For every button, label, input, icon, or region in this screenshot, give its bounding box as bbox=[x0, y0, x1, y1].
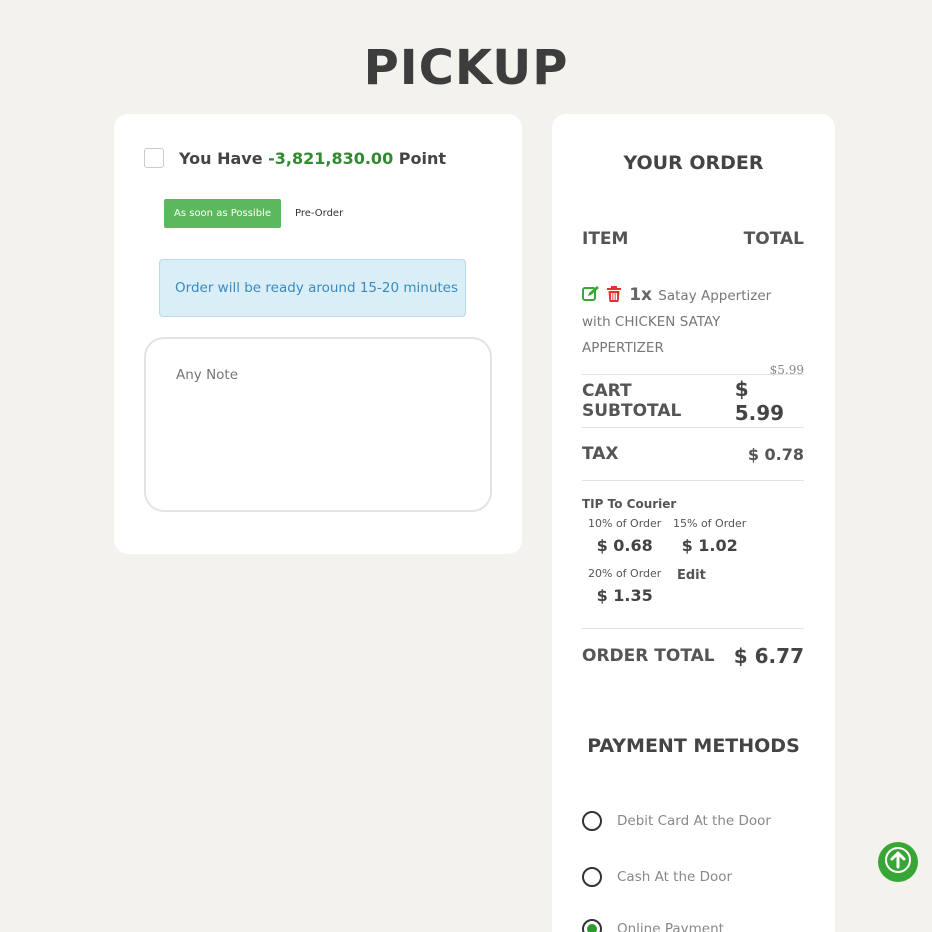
points-prefix: You Have bbox=[179, 148, 263, 168]
edit-icon[interactable] bbox=[582, 285, 605, 304]
item-column-header: ITEM bbox=[582, 229, 629, 249]
points-row: You Have -3,821,830.00 Point bbox=[144, 148, 446, 168]
points-suffix: Point bbox=[398, 148, 447, 168]
ready-time-message: Order will be ready around 15-20 minutes bbox=[159, 259, 466, 317]
points-text: You Have -3,821,830.00 Point bbox=[179, 149, 446, 168]
payment-option-debit-card[interactable]: Debit Card At the Door bbox=[582, 811, 771, 831]
order-title: YOUR ORDER bbox=[623, 152, 764, 174]
tip-section: TIP To Courier 10% of Order $ 0.68 15% o… bbox=[582, 480, 804, 628]
subtotal-row: CART SUBTOTAL $ 5.99 bbox=[582, 374, 804, 427]
subtotal-label: CART SUBTOTAL bbox=[582, 381, 682, 421]
payment-option-cash[interactable]: Cash At the Door bbox=[582, 867, 732, 887]
order-summary-card: YOUR ORDER ITEM TOTAL 1x Satay Appertize… bbox=[552, 114, 835, 932]
payment-option-label: Debit Card At the Door bbox=[617, 813, 771, 829]
order-total-label: ORDER TOTAL bbox=[582, 646, 715, 666]
points-value: -3,821,830.00 bbox=[268, 148, 394, 168]
tip-amount: $ 1.02 bbox=[681, 536, 738, 555]
use-points-checkbox[interactable] bbox=[144, 148, 164, 168]
tax-value: $ 0.78 bbox=[747, 444, 804, 464]
payment-option-online[interactable]: Online Payment bbox=[582, 919, 724, 932]
arrow-up-icon bbox=[885, 847, 911, 877]
payment-option-label: Cash At the Door bbox=[617, 869, 733, 885]
time-tabs: As soon as Possible Pre-Order bbox=[164, 199, 357, 228]
pickup-options-card: You Have -3,821,830.00 Point As soon as … bbox=[114, 114, 522, 554]
item-quantity: 1x bbox=[629, 285, 652, 305]
trash-icon[interactable] bbox=[607, 285, 626, 304]
tax-row: TAX $ 0.78 bbox=[582, 427, 804, 480]
tip-percent-label: 15% of Order bbox=[673, 517, 747, 530]
order-total-value: $ 6.77 bbox=[733, 644, 804, 668]
tip-percent-label: 20% of Order bbox=[588, 567, 662, 580]
note-textarea[interactable] bbox=[144, 337, 492, 512]
payment-methods-title: PAYMENT METHODS bbox=[587, 735, 800, 757]
cart-item: 1x Satay Appertizer with CHICKEN SATAY A… bbox=[582, 282, 804, 377]
radio-button[interactable] bbox=[582, 811, 602, 831]
scroll-to-top-button[interactable] bbox=[878, 842, 918, 882]
tip-option-10[interactable]: 10% of Order $ 0.68 bbox=[588, 517, 661, 555]
total-column-header: TOTAL bbox=[743, 229, 804, 249]
tip-option-15[interactable]: 15% of Order $ 1.02 bbox=[673, 517, 746, 555]
radio-button-selected[interactable] bbox=[582, 919, 602, 932]
tip-percent-label: 10% of Order bbox=[588, 517, 662, 530]
tax-label: TAX bbox=[582, 444, 619, 464]
tip-edit-button[interactable]: Edit bbox=[677, 568, 706, 583]
subtotal-value: $ 5.99 bbox=[734, 377, 785, 425]
tip-title: TIP To Courier bbox=[582, 497, 677, 511]
payment-option-label: Online Payment bbox=[617, 921, 724, 932]
order-total-row: ORDER TOTAL $ 6.77 bbox=[582, 628, 804, 683]
tab-as-soon-as-possible[interactable]: As soon as Possible bbox=[164, 199, 281, 228]
tab-pre-order[interactable]: Pre-Order bbox=[281, 199, 357, 228]
tip-option-20[interactable]: 20% of Order $ 1.35 bbox=[588, 567, 661, 605]
radio-button[interactable] bbox=[582, 867, 602, 887]
tip-amount: $ 1.35 bbox=[596, 586, 653, 605]
tip-amount: $ 0.68 bbox=[596, 536, 653, 555]
page-title: PICKUP bbox=[363, 40, 569, 96]
